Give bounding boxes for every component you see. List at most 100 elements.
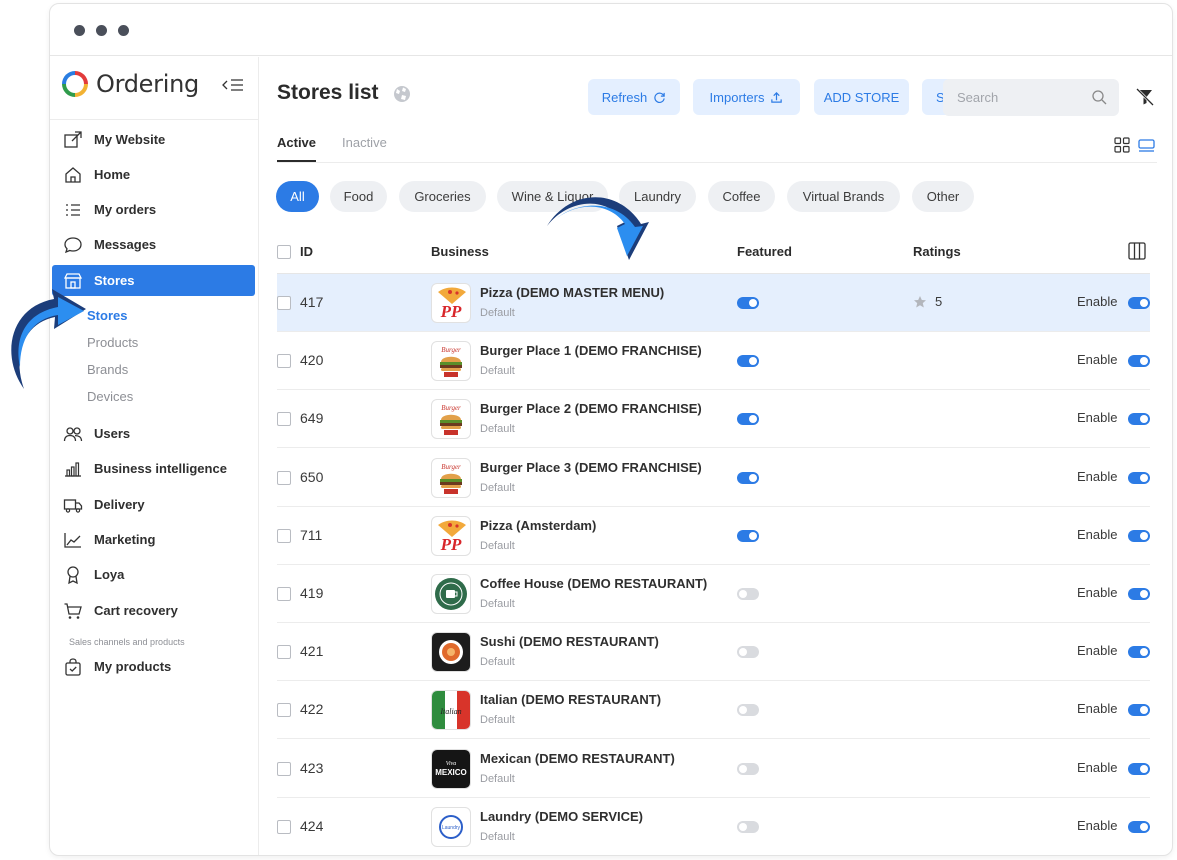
featured-toggle[interactable] (737, 471, 759, 484)
table-row[interactable]: 422 Italian Italian (DEMO RESTAURANT) Defau… (277, 681, 1150, 740)
category-chip-groceries[interactable]: Groceries (399, 181, 486, 212)
column-header-ratings[interactable]: Ratings (913, 244, 961, 259)
select-all-checkbox[interactable] (277, 245, 291, 259)
table-row[interactable]: 649 Burger Burger Place 2 (DEMO FRANCHISE)… (277, 390, 1150, 449)
sidebar-item-delivery[interactable]: Delivery (52, 489, 255, 520)
store-subtitle: Default (480, 598, 515, 610)
add-store-button[interactable]: ADD STORE (814, 79, 909, 115)
search-box[interactable] (943, 79, 1119, 116)
pizza-logo: PP (431, 283, 471, 323)
globe-icon[interactable] (393, 85, 411, 103)
store-name[interactable]: Burger Place 3 (DEMO FRANCHISE) (480, 460, 702, 475)
list-view-icon[interactable] (1138, 137, 1155, 153)
burger-logo: Burger (431, 457, 471, 498)
enable-toggle[interactable] (1128, 355, 1150, 368)
importers-button[interactable]: Importers (693, 79, 800, 115)
featured-toggle[interactable] (737, 529, 759, 542)
row-checkbox[interactable] (277, 761, 291, 776)
table-row[interactable]: 421 Sushi (DEMO RESTAURANT) Default Enable (277, 623, 1150, 682)
featured-toggle[interactable] (737, 646, 759, 659)
store-name[interactable]: Laundry (DEMO SERVICE) (480, 809, 643, 824)
column-header-business[interactable]: Business (431, 244, 489, 259)
enable-toggle[interactable] (1128, 762, 1150, 775)
column-header-id[interactable]: ID (300, 244, 313, 259)
sidebar-item-business-intelligence[interactable]: Business intelligence (52, 453, 255, 484)
sidebar-item-my-products[interactable]: My products (52, 651, 255, 682)
row-checkbox[interactable] (277, 470, 291, 485)
featured-toggle[interactable] (737, 704, 759, 717)
sidebar-item-my-website[interactable]: My Website (52, 124, 255, 155)
table-row[interactable]: 420 Burger Burger Place 1 (DEMO FRANCHISE)… (277, 332, 1150, 391)
refresh-button[interactable]: Refresh (588, 79, 680, 115)
sidebar-item-loyalty[interactable]: Loya (52, 559, 255, 590)
store-name[interactable]: Pizza (DEMO MASTER MENU) (480, 285, 664, 300)
sidebar-item-messages[interactable]: Messages (52, 229, 255, 260)
row-checkbox[interactable] (277, 645, 291, 660)
sidebar-item-marketing[interactable]: Marketing (52, 524, 255, 555)
ordering-logo-icon (62, 71, 88, 97)
row-checkbox[interactable] (277, 354, 291, 369)
store-name[interactable]: Coffee House (DEMO RESTAURANT) (480, 576, 707, 591)
sidebar-item-users[interactable]: Users (52, 418, 255, 449)
row-checkbox[interactable] (277, 296, 291, 310)
status-label: Enable (1077, 643, 1118, 659)
page-title: Stores list (277, 81, 379, 104)
store-name[interactable]: Sushi (DEMO RESTAURANT) (480, 634, 659, 649)
enable-toggle[interactable] (1128, 297, 1150, 309)
table-row[interactable]: 417 PP Pizza (DEMO MASTER MENU) Default 5 Ena… (277, 274, 1150, 332)
row-checkbox[interactable] (277, 528, 291, 543)
enable-toggle[interactable] (1128, 588, 1150, 600)
table-row[interactable]: 711 PP Pizza (Amsterdam) Default Enable (277, 507, 1150, 565)
logo[interactable]: Ordering (62, 69, 199, 99)
store-name[interactable]: Mexican (DEMO RESTAURANT) (480, 751, 675, 766)
enable-toggle[interactable] (1128, 413, 1150, 426)
tab-inactive[interactable]: Inactive (342, 135, 387, 150)
category-chip-food[interactable]: Food (330, 181, 387, 212)
row-checkbox[interactable] (277, 819, 291, 834)
row-checkbox[interactable] (277, 587, 291, 601)
table-row[interactable]: 424 Laundry Laundry (DEMO SERVICE) Default E… (277, 798, 1150, 855)
search-icon[interactable] (1091, 89, 1107, 105)
category-chip-all[interactable]: All (276, 181, 319, 212)
featured-toggle[interactable] (737, 413, 759, 426)
enable-toggle[interactable] (1128, 820, 1150, 833)
enable-toggle[interactable] (1128, 704, 1150, 717)
svg-text:MEXICO: MEXICO (435, 768, 467, 777)
featured-toggle[interactable] (737, 355, 759, 368)
window-dot[interactable] (74, 25, 85, 36)
column-header-featured[interactable]: Featured (737, 244, 792, 259)
row-checkbox[interactable] (277, 412, 291, 427)
store-name[interactable]: Burger Place 2 (DEMO FRANCHISE) (480, 401, 702, 416)
table-row[interactable]: 650 Burger Burger Place 3 (DEMO FRANCHISE)… (277, 449, 1150, 507)
grid-view-icon[interactable] (1114, 137, 1130, 153)
store-name[interactable]: Pizza (Amsterdam) (480, 518, 596, 533)
sidebar-item-my-orders[interactable]: My orders (52, 194, 255, 225)
list-icon (62, 199, 84, 221)
category-chip-other[interactable]: Other (912, 181, 974, 212)
row-checkbox[interactable] (277, 703, 291, 718)
featured-toggle[interactable] (737, 820, 759, 833)
status-label: Enable (1077, 817, 1118, 833)
featured-toggle[interactable] (737, 588, 759, 600)
columns-settings-icon[interactable] (1128, 242, 1146, 260)
sidebar-item-cart-recovery[interactable]: Cart recovery (52, 595, 255, 626)
enable-toggle[interactable] (1128, 529, 1150, 542)
store-name[interactable]: Burger Place 1 (DEMO FRANCHISE) (480, 343, 702, 358)
window-dot[interactable] (118, 25, 129, 36)
window-dot[interactable] (96, 25, 107, 36)
featured-toggle[interactable] (737, 762, 759, 775)
table-row[interactable]: 423 Viva MEXICO Mexican (DEMO RESTAURANT) De… (277, 740, 1150, 798)
category-chip-coffee[interactable]: Coffee (708, 181, 775, 212)
clear-filter-icon[interactable] (1136, 88, 1154, 106)
sidebar-item-home[interactable]: Home (52, 159, 255, 190)
coffee-logo (431, 574, 471, 614)
featured-toggle[interactable] (737, 297, 759, 309)
enable-toggle[interactable] (1128, 646, 1150, 659)
tab-active[interactable]: Active (277, 135, 316, 150)
store-name[interactable]: Italian (DEMO RESTAURANT) (480, 692, 661, 707)
category-chip-virtual-brands[interactable]: Virtual Brands (787, 181, 900, 212)
sidebar-subitem-devices[interactable]: Devices (87, 389, 133, 404)
table-row[interactable]: 419 Coffee House (DEMO RESTAURANT) Default… (277, 565, 1150, 623)
collapse-menu-icon[interactable] (222, 77, 244, 93)
enable-toggle[interactable] (1128, 471, 1150, 484)
